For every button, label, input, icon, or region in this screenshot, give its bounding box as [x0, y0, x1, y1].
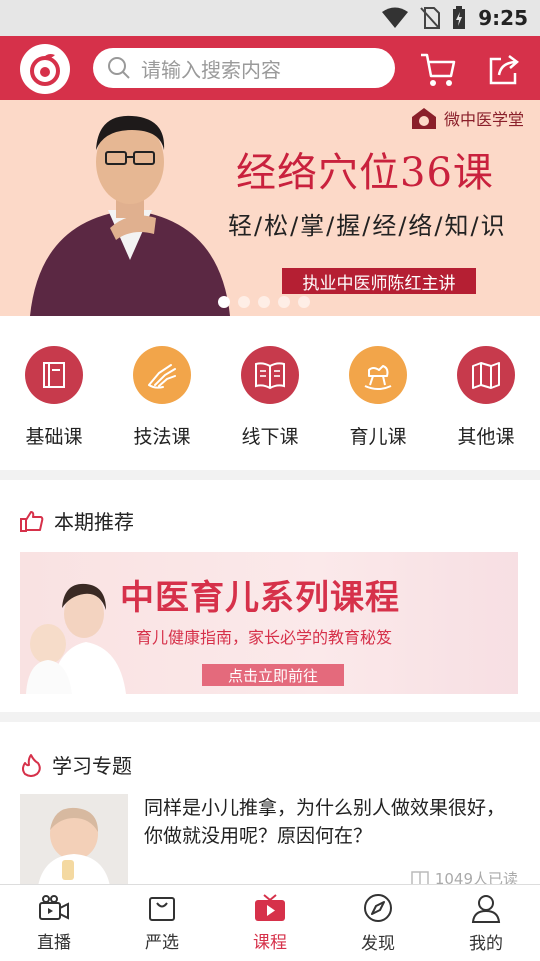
book-icon — [25, 346, 83, 404]
promo-title: 中医育儿系列课程 — [120, 578, 400, 618]
category-technique[interactable]: 技法课 — [122, 346, 202, 449]
article-read-count: 1049人已读 — [411, 868, 518, 884]
cart-icon — [421, 53, 456, 86]
tab-discover[interactable]: 发现 — [324, 885, 432, 961]
rocking-horse-icon — [349, 346, 407, 404]
thumbs-up-icon — [20, 510, 44, 532]
tab-selection[interactable]: 严选 — [108, 885, 216, 961]
mother-baby-photo — [26, 583, 126, 694]
category-offline[interactable]: 线下课 — [230, 346, 310, 449]
tab-courses[interactable]: 课程 — [216, 885, 324, 961]
promo-subtitle: 育儿健康指南，家长必学的教育秘笈 — [136, 628, 393, 647]
topics-header: 学习专题 — [20, 750, 132, 779]
no-sim-icon — [420, 7, 441, 29]
status-bar: 9:25 — [0, 0, 540, 36]
compass-icon — [364, 893, 392, 922]
banner-subtitle: 轻/松/掌/握/经/络/知/识 — [228, 212, 507, 240]
category-row: 基础课 技法课 线下课 育儿课 其他课 — [0, 316, 540, 470]
recommend-header: 本期推荐 — [20, 506, 134, 535]
section-title: 学习专题 — [52, 754, 132, 778]
tab-label: 发现 — [361, 933, 395, 954]
category-label: 基础课 — [25, 426, 83, 448]
share-button[interactable] — [484, 50, 524, 90]
promo-button[interactable]: 点击立即前往 — [202, 664, 344, 686]
share-icon — [489, 55, 519, 85]
bottom-tab-bar: 直播 严选 课程 发现 我的 — [0, 884, 540, 961]
category-basic[interactable]: 基础课 — [14, 346, 94, 449]
carousel-dot[interactable] — [278, 296, 290, 308]
reader-icon — [411, 870, 429, 884]
promo-banner[interactable]: 中医育儿系列课程 育儿健康指南，家长必学的教育秘笈 点击立即前往 — [20, 552, 518, 694]
category-label: 线下课 — [241, 426, 299, 448]
topics-section: 学习专题 同样是小儿推拿，为什么别人做效果很好，你做就没用呢？原因何在？ 104… — [0, 722, 540, 884]
open-book-icon — [241, 346, 299, 404]
house-logo-icon — [412, 108, 436, 129]
article-title: 同样是小儿推拿，为什么别人做效果很好，你做就没用呢？原因何在？ — [144, 797, 506, 847]
wifi-icon — [382, 7, 409, 28]
hero-banner[interactable]: 微中医学堂 经络穴位36课 轻/松/掌/握/经/络/知/识 执业中医师陈红主讲 — [0, 100, 540, 316]
peach-logo-icon — [30, 54, 60, 86]
carousel-dot[interactable] — [218, 296, 230, 308]
flame-icon — [22, 753, 41, 777]
hand-icon — [133, 346, 191, 404]
search-icon — [108, 57, 130, 79]
instructor-photo — [30, 115, 230, 316]
app-header: 请输入搜索内容 — [0, 36, 540, 100]
carousel-dot[interactable] — [298, 296, 310, 308]
category-label: 其他课 — [457, 426, 515, 448]
recommend-section: 本期推荐 中医育儿系列课程 育儿健康指南，家长必学的教育秘笈 点击立即前往 — [0, 480, 540, 712]
category-label: 技法课 — [133, 426, 191, 448]
carousel-indicator — [218, 296, 310, 308]
tab-label: 严选 — [145, 932, 179, 953]
category-label: 育儿课 — [349, 426, 407, 448]
tab-profile[interactable]: 我的 — [432, 885, 540, 961]
category-other[interactable]: 其他课 — [446, 346, 526, 449]
article-thumbnail — [20, 794, 128, 884]
cart-button[interactable] — [418, 50, 458, 90]
battery-charging-icon — [453, 6, 466, 29]
read-count-text: 1049人已读 — [434, 870, 518, 884]
carousel-dot[interactable] — [238, 296, 250, 308]
search-input[interactable]: 请输入搜索内容 — [93, 48, 395, 88]
tv-play-icon — [255, 893, 285, 921]
tab-label: 直播 — [37, 932, 71, 953]
carousel-dot[interactable] — [258, 296, 270, 308]
article-item[interactable]: 同样是小儿推拿，为什么别人做效果很好，你做就没用呢？原因何在？ 1049人已读 — [20, 794, 520, 884]
search-placeholder: 请输入搜索内容 — [141, 57, 281, 82]
live-video-icon — [39, 894, 69, 920]
map-icon — [457, 346, 515, 404]
banner-title: 经络穴位36课 — [236, 150, 494, 196]
status-time: 9:25 — [478, 6, 528, 30]
banner-host: 执业中医师陈红主讲 — [282, 268, 476, 294]
tab-label: 我的 — [469, 933, 503, 954]
brand-name: 微中医学堂 — [444, 110, 525, 129]
brand-badge: 微中医学堂 — [410, 106, 524, 130]
tab-live[interactable]: 直播 — [0, 885, 108, 961]
app-logo[interactable] — [20, 44, 70, 94]
section-title: 本期推荐 — [54, 510, 134, 534]
shopping-bag-icon — [149, 896, 175, 921]
tab-label: 课程 — [253, 932, 287, 953]
user-icon — [471, 894, 501, 923]
category-parenting[interactable]: 育儿课 — [338, 346, 418, 449]
